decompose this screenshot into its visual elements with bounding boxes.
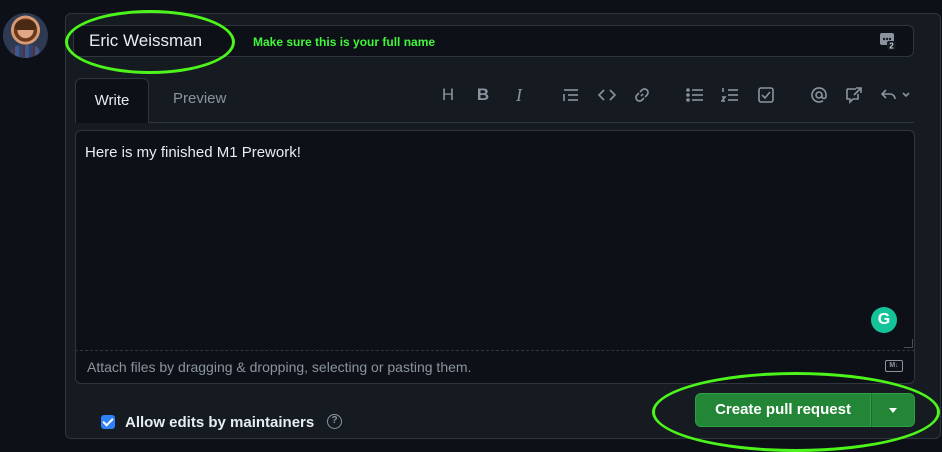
chevron-down-icon[interactable] [871, 393, 915, 427]
svg-text:2: 2 [889, 42, 894, 51]
mention-icon[interactable] [809, 86, 829, 104]
allow-edits-label[interactable]: Allow edits by maintainers [125, 414, 314, 431]
link-icon[interactable] [632, 86, 652, 104]
tab-divider [149, 122, 914, 123]
help-icon[interactable]: ? [327, 414, 342, 429]
heading-icon[interactable]: H [438, 85, 458, 104]
avatar [3, 13, 48, 58]
tab-write[interactable]: Write [75, 78, 149, 123]
reference-icon[interactable] [844, 86, 864, 104]
create-pull-request-button[interactable]: Create pull request [695, 393, 871, 427]
allow-edits-checkbox[interactable] [101, 415, 115, 429]
annotation-note: Make sure this is your full name [253, 35, 436, 49]
numbered-list-icon[interactable] [720, 86, 740, 104]
grammarly-icon[interactable]: G [871, 307, 897, 333]
italic-icon[interactable]: I [509, 85, 529, 105]
code-icon[interactable] [597, 86, 617, 104]
bold-icon[interactable]: B [473, 85, 493, 104]
markdown-icon[interactable]: M↓ [885, 360, 903, 372]
attach-hint: Attach files by dragging & dropping, sel… [87, 359, 472, 375]
task-list-icon[interactable] [756, 86, 776, 104]
comment-body: Here is my finished M1 Prework! [85, 144, 301, 161]
reply-icon[interactable] [880, 86, 912, 104]
comment-textarea[interactable] [75, 130, 915, 350]
resize-handle[interactable] [904, 339, 913, 348]
tab-preview[interactable]: Preview [173, 90, 226, 107]
quote-icon[interactable] [561, 86, 581, 104]
bulleted-list-icon[interactable] [685, 86, 705, 104]
title-input-value: Eric Weissman [89, 31, 203, 50]
saved-replies-icon[interactable]: 2 [879, 31, 897, 51]
